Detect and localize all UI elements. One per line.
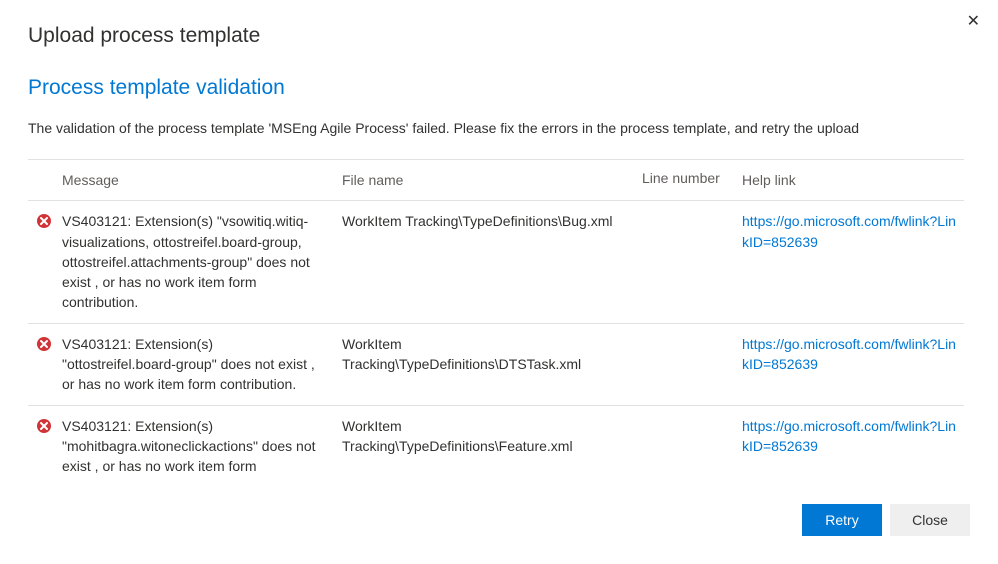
row-filename: WorkItem Tracking\TypeDefinitions\Featur… bbox=[342, 416, 642, 457]
row-icon-cell bbox=[36, 334, 62, 352]
table-row: VS403121: Extension(s) "mohitbagra.witon… bbox=[28, 406, 964, 480]
row-filename: WorkItem Tracking\TypeDefinitions\Bug.xm… bbox=[342, 211, 642, 231]
close-button[interactable]: Close bbox=[890, 504, 970, 536]
row-help: https://go.microsoft.com/fwlink?LinkID=8… bbox=[742, 334, 960, 375]
upload-process-dialog: ✕ Upload process template Process templa… bbox=[0, 0, 998, 564]
retry-button[interactable]: Retry bbox=[802, 504, 882, 536]
table-header-row: Message File name Line number Help link bbox=[28, 160, 964, 201]
table-row: VS403121: Extension(s) "vsowitiq.witiq-v… bbox=[28, 201, 964, 323]
header-filename: File name bbox=[342, 170, 642, 190]
row-message: VS403121: Extension(s) "mohitbagra.witon… bbox=[62, 416, 342, 480]
row-message: VS403121: Extension(s) "vsowitiq.witiq-v… bbox=[62, 211, 342, 312]
header-line: Line number bbox=[642, 170, 742, 186]
row-filename: WorkItem Tracking\TypeDefinitions\DTSTas… bbox=[342, 334, 642, 375]
header-icon-spacer bbox=[36, 170, 62, 172]
errors-table: Message File name Line number Help link … bbox=[28, 159, 964, 480]
row-help: https://go.microsoft.com/fwlink?LinkID=8… bbox=[742, 416, 960, 457]
error-icon bbox=[36, 213, 52, 229]
error-icon bbox=[36, 336, 52, 352]
row-message: VS403121: Extension(s) "ottostreifel.boa… bbox=[62, 334, 342, 395]
dialog-title: Upload process template bbox=[28, 24, 970, 48]
help-link[interactable]: https://go.microsoft.com/fwlink?LinkID=8… bbox=[742, 213, 956, 249]
header-help: Help link bbox=[742, 170, 960, 190]
dialog-footer: Retry Close bbox=[28, 480, 970, 540]
close-icon[interactable]: ✕ bbox=[963, 10, 984, 34]
error-icon bbox=[36, 418, 52, 434]
scroll-area[interactable]: Process template validation The validati… bbox=[28, 76, 970, 480]
validation-description: The validation of the process template '… bbox=[28, 118, 964, 139]
row-help: https://go.microsoft.com/fwlink?LinkID=8… bbox=[742, 211, 960, 252]
help-link[interactable]: https://go.microsoft.com/fwlink?LinkID=8… bbox=[742, 418, 956, 454]
row-icon-cell bbox=[36, 211, 62, 229]
help-link[interactable]: https://go.microsoft.com/fwlink?LinkID=8… bbox=[742, 336, 956, 372]
validation-subtitle: Process template validation bbox=[28, 76, 964, 100]
row-icon-cell bbox=[36, 416, 62, 434]
table-row: VS403121: Extension(s) "ottostreifel.boa… bbox=[28, 324, 964, 406]
header-message: Message bbox=[62, 170, 342, 190]
